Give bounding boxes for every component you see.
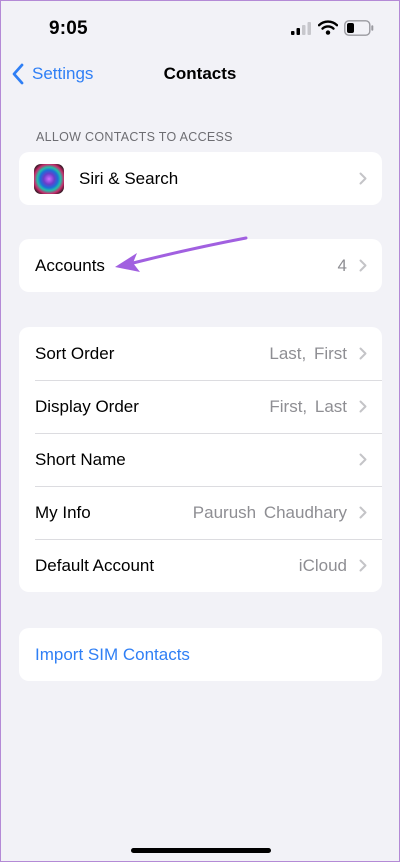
import-sim-contacts-button[interactable]: Import SIM Contacts: [19, 628, 382, 681]
display-order-row[interactable]: Display Order First, Last: [19, 380, 382, 433]
my-info-label: My Info: [35, 502, 91, 522]
home-indicator: [131, 848, 271, 853]
section-header-access: ALLOW CONTACTS TO ACCESS: [36, 130, 233, 144]
siri-icon: [34, 163, 64, 194]
sort-order-row[interactable]: Sort Order Last, First: [19, 327, 382, 380]
my-info-row[interactable]: My Info Paurush Chaudhary: [19, 486, 382, 539]
import-group: Import SIM Contacts: [19, 628, 382, 681]
default-account-label: Default Account: [35, 555, 155, 575]
sort-order-value: Last, First: [269, 343, 347, 363]
navigation-bar: Settings Contacts: [1, 55, 399, 95]
status-time: 9:05: [49, 18, 88, 39]
chevron-right-icon: [359, 559, 367, 572]
wifi-icon: [318, 20, 338, 35]
accounts-label: Accounts: [35, 255, 105, 275]
annotation-arrow-icon: [115, 236, 248, 272]
contacts-settings-group: Sort Order Last, First Display Order Fir…: [19, 327, 382, 592]
chevron-right-icon: [359, 400, 367, 413]
short-name-label: Short Name: [35, 449, 126, 469]
default-account-value: iCloud: [298, 555, 347, 575]
display-order-value: First, Last: [269, 396, 347, 416]
status-bar: 9:05: [1, 1, 399, 55]
chevron-right-icon: [359, 506, 367, 519]
page-title: Contacts: [163, 64, 237, 83]
siri-search-label: Siri & Search: [79, 168, 179, 188]
siri-search-row[interactable]: Siri & Search: [19, 152, 382, 205]
default-account-row[interactable]: Default Account iCloud: [19, 539, 382, 592]
display-order-label: Display Order: [35, 396, 139, 416]
sort-order-label: Sort Order: [35, 343, 115, 363]
access-group: Siri & Search: [19, 152, 382, 205]
accounts-count: 4: [337, 255, 347, 275]
cellular-signal-icon: [291, 22, 311, 35]
my-info-value: Paurush Chaudhary: [192, 502, 347, 522]
import-sim-contacts-label: Import SIM Contacts: [35, 644, 190, 664]
chevron-right-icon: [359, 453, 367, 466]
chevron-right-icon: [359, 172, 367, 185]
battery-icon: [344, 20, 374, 36]
chevron-right-icon: [359, 259, 367, 272]
short-name-row[interactable]: Short Name: [19, 433, 382, 486]
contacts-settings-screen: 9:05 Settings Contacts ALLOW CONTACTS TO…: [0, 0, 400, 862]
chevron-right-icon: [359, 347, 367, 360]
